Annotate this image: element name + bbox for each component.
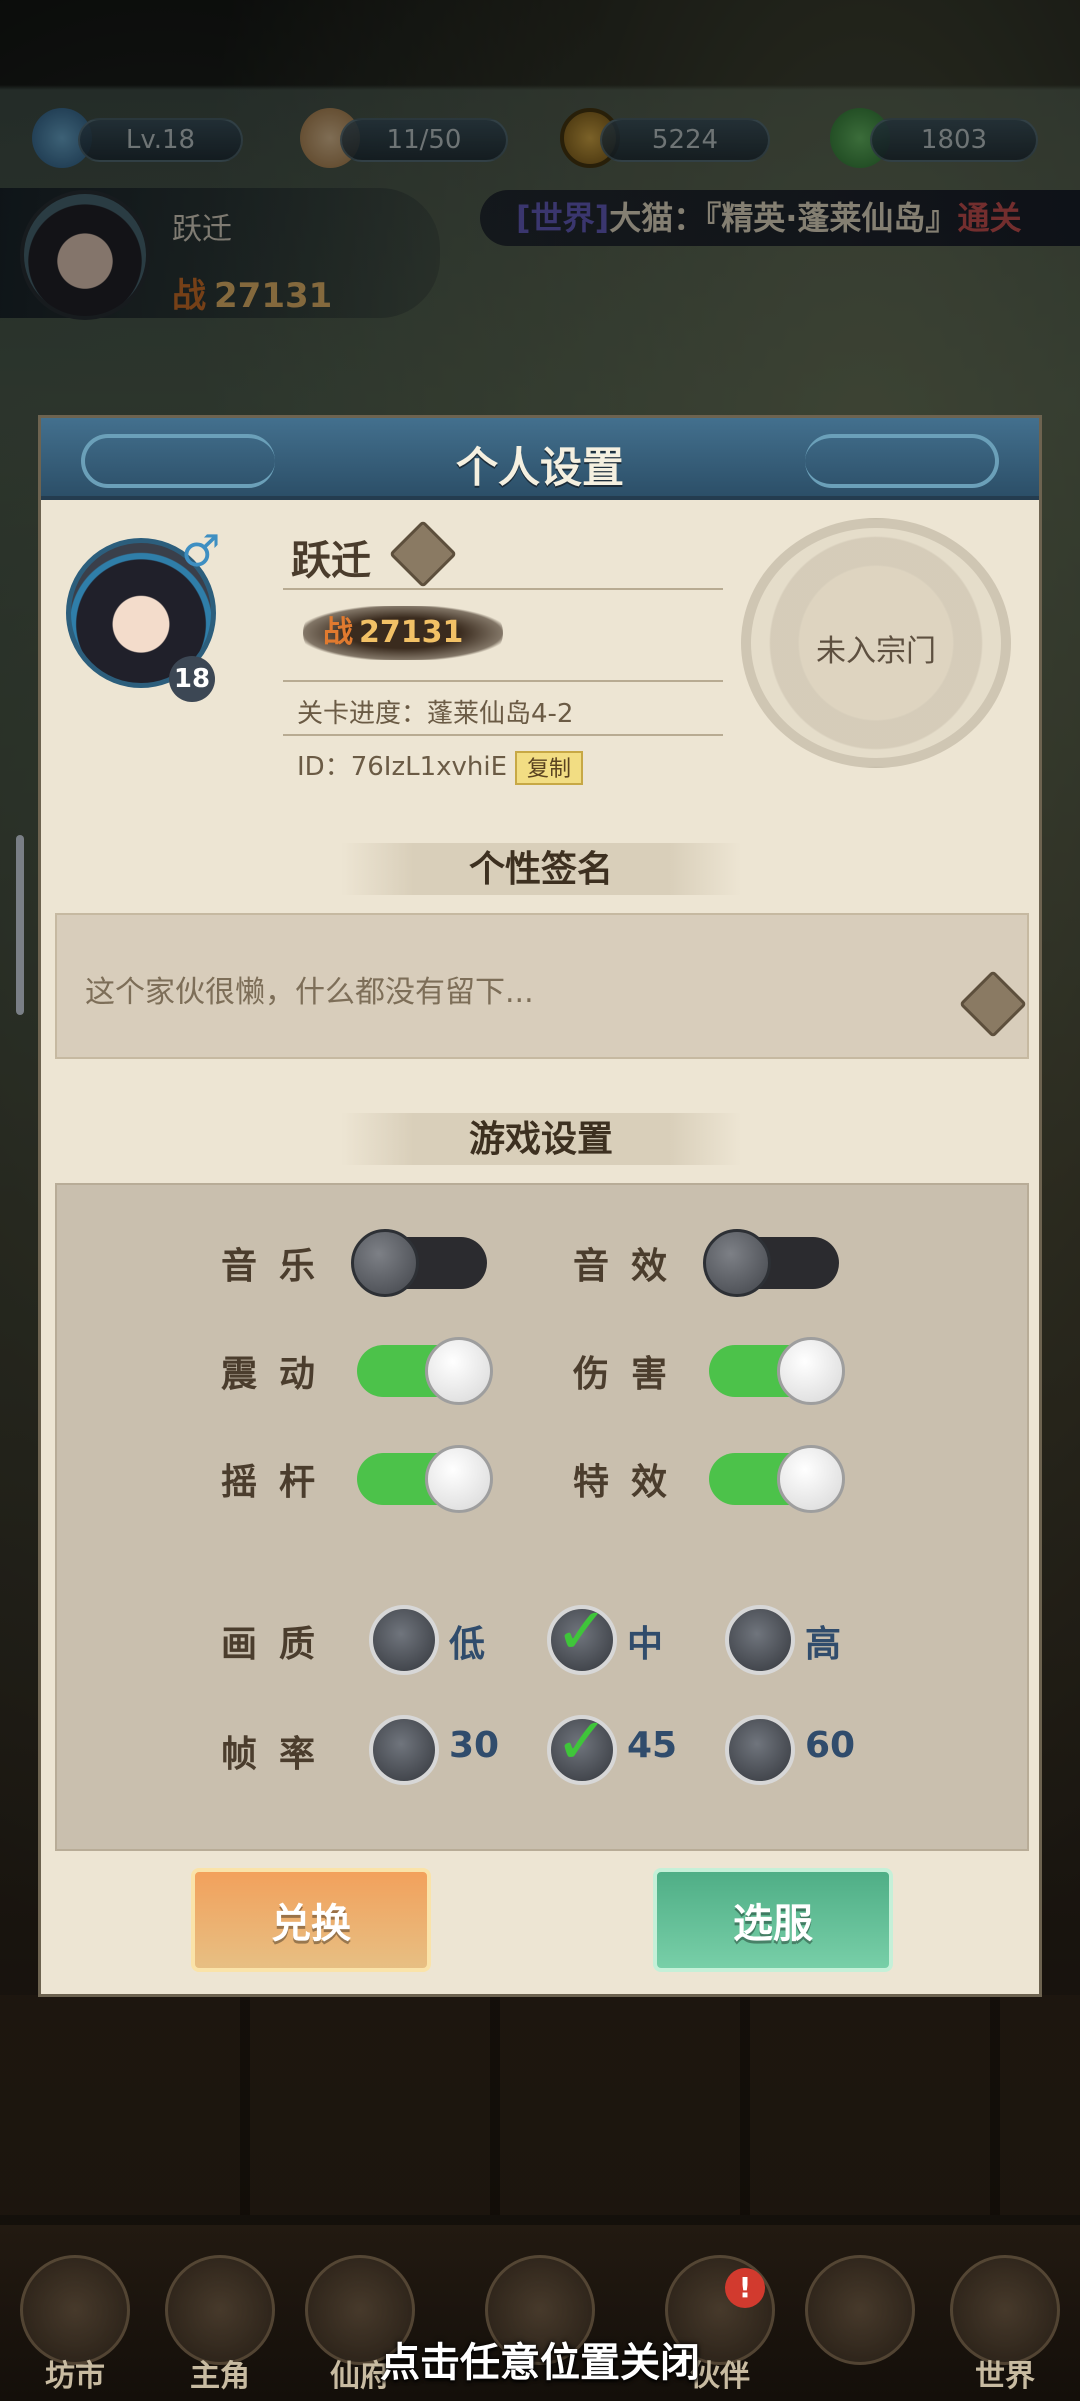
framerate-60-radio[interactable] — [725, 1715, 795, 1785]
quality-mid-radio[interactable]: ✓ — [547, 1595, 617, 1675]
signature-box[interactable]: 这个家伙很懒，什么都没有留下... — [55, 913, 1029, 1059]
check-icon: ✓ — [555, 1705, 609, 1779]
signature-section-title: 个性签名 — [341, 843, 741, 895]
dialog-header: 个人设置 — [41, 418, 1039, 500]
profile-name: 跃迁 — [291, 537, 371, 584]
notification-badge: ! — [725, 2268, 765, 2308]
edit-name-icon[interactable] — [389, 520, 457, 588]
toggle-knob — [777, 1445, 845, 1513]
sfx-label: 音效 — [573, 1245, 690, 1287]
sfx-toggle[interactable] — [703, 1229, 839, 1297]
scroll-indicator — [16, 835, 24, 1015]
redeem-button[interactable]: 兑换 — [191, 1868, 431, 1972]
divider — [283, 680, 723, 682]
player-id: ID：76IzL1xvhiE 复制 — [297, 746, 584, 785]
toggle-knob — [425, 1337, 493, 1405]
check-icon: ✓ — [555, 1595, 609, 1669]
vibration-label: 震动 — [221, 1353, 338, 1395]
dialog-title: 个人设置 — [455, 443, 624, 492]
effects-toggle[interactable] — [709, 1445, 845, 1513]
profile-power-value: 27131 — [359, 615, 464, 650]
divider — [283, 588, 723, 590]
game-settings-panel: 音乐 音效 震动 伤害 摇杆 特效 画质 低 ✓ 中 高 帧率 30 ✓ 45 … — [55, 1183, 1029, 1851]
framerate-45-label: 45 — [627, 1725, 678, 1766]
framerate-label: 帧率 — [221, 1733, 338, 1775]
quality-mid-label: 中 — [627, 1624, 664, 1665]
damage-toggle[interactable] — [709, 1337, 845, 1405]
divider — [283, 734, 723, 736]
music-label: 音乐 — [221, 1245, 338, 1287]
toggle-knob — [351, 1229, 419, 1297]
quality-low-radio[interactable] — [369, 1605, 439, 1675]
quality-low-label: 低 — [449, 1624, 486, 1665]
framerate-60-label: 60 — [805, 1725, 856, 1766]
damage-label: 伤害 — [573, 1353, 690, 1395]
framerate-30-radio[interactable] — [369, 1715, 439, 1785]
select-server-button[interactable]: 选服 — [653, 1868, 893, 1972]
effects-label: 特效 — [573, 1461, 690, 1503]
quality-high-radio[interactable] — [725, 1605, 795, 1675]
toggle-knob — [425, 1445, 493, 1513]
joystick-label: 摇杆 — [221, 1461, 338, 1503]
toggle-knob — [777, 1337, 845, 1405]
level-badge: 18 — [169, 656, 215, 702]
quality-high-label: 高 — [805, 1624, 842, 1665]
close-hint: 点击任意位置关闭 — [380, 2339, 700, 2386]
quality-label: 画质 — [221, 1623, 338, 1665]
toggle-knob — [703, 1229, 771, 1297]
signature-text: 这个家伙很懒，什么都没有留下... — [85, 975, 534, 1010]
copy-id-button[interactable]: 复制 — [515, 750, 584, 785]
music-toggle[interactable] — [351, 1229, 487, 1297]
vibration-toggle[interactable] — [357, 1337, 493, 1405]
framerate-30-label: 30 — [449, 1725, 500, 1766]
joystick-toggle[interactable] — [357, 1445, 493, 1513]
personal-settings-dialog: 个人设置 ♂ 18 跃迁 战 27131 关卡进度：蓬莱仙岛4-2 ID：76Iz… — [38, 415, 1042, 1997]
sect-status: 未入宗门 — [816, 634, 936, 669]
game-settings-section-title: 游戏设置 — [341, 1113, 741, 1165]
profile-power: 战 27131 — [303, 606, 503, 660]
framerate-45-radio[interactable]: ✓ — [547, 1705, 617, 1785]
power-glyph: 战 — [323, 615, 353, 650]
player-id-text: ID：76IzL1xvhiE — [297, 752, 508, 782]
male-gender-icon: ♂ — [181, 526, 221, 577]
stage-progress: 关卡进度：蓬莱仙岛4-2 — [297, 699, 574, 729]
